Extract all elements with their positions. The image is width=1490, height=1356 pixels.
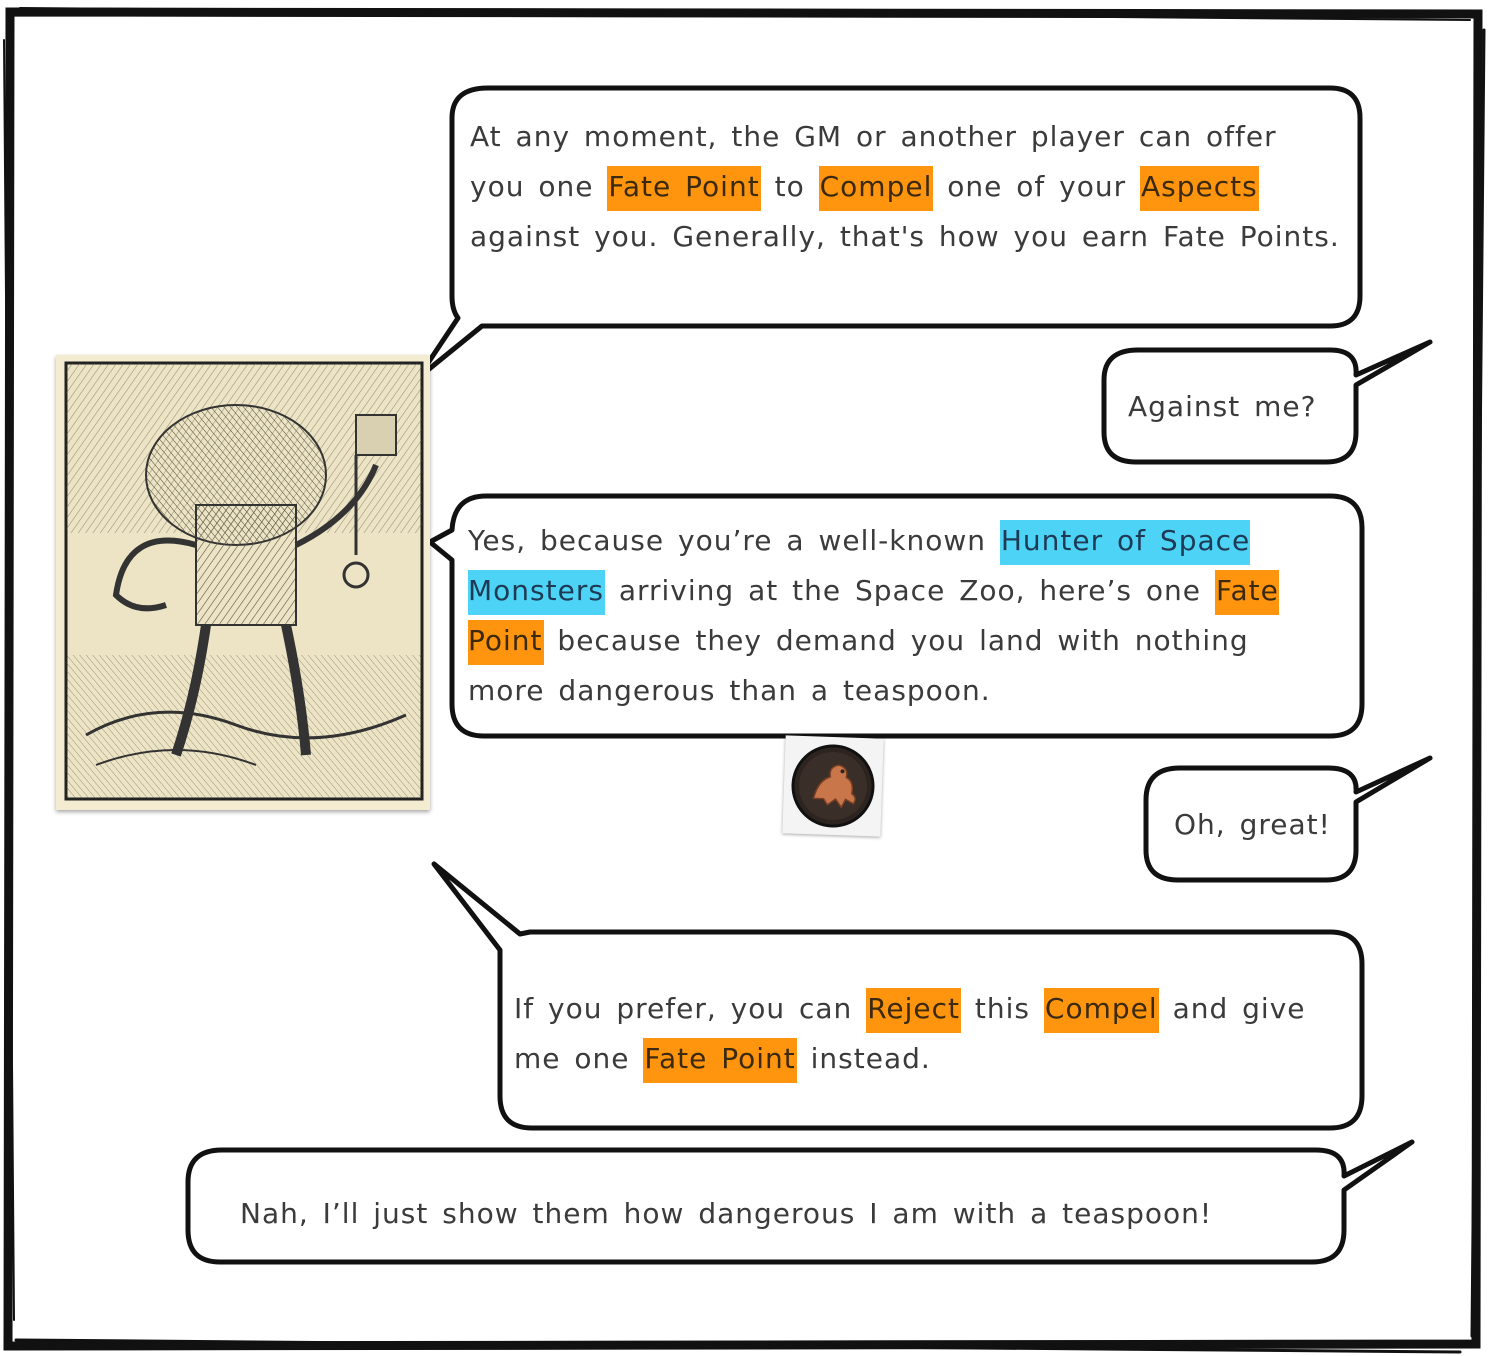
bubble-text-segment: one of your <box>933 170 1141 203</box>
bubble-6-text: Nah, I’ll just show them how dangerous I… <box>240 1189 1350 1239</box>
bubble-text-segment: If you prefer, you can <box>514 992 867 1025</box>
highlighted-term: Reject <box>866 988 962 1033</box>
gm-card-image <box>56 355 430 810</box>
woodcut-creature-icon <box>64 361 424 801</box>
highlighted-term: Compel <box>818 166 934 211</box>
bubble-text-segment: arriving at the Space Zoo, here’s one <box>604 574 1215 607</box>
bubble-2-text: Against me? <box>1128 382 1348 432</box>
bubble-4-text: Oh, great! <box>1174 800 1354 850</box>
bubble-text-segment: against you. Generally, that's how you e… <box>470 220 1340 253</box>
highlighted-term: Compel <box>1043 988 1159 1033</box>
bubble-5-text: If you prefer, you can Reject this Compe… <box>514 984 1344 1084</box>
bubble-1-text: At any moment, the GM or another player … <box>470 112 1340 262</box>
bubble-text-segment: to <box>760 170 819 203</box>
fate-token-image <box>782 735 884 837</box>
bubble-3-text: Yes, because you’re a well-known Hunter … <box>468 516 1328 716</box>
highlighted-term: Fate Point <box>643 1038 797 1083</box>
bubble-text-segment: this <box>961 992 1044 1025</box>
bubble-text-segment: Oh, great! <box>1174 808 1331 841</box>
lion-coin-icon <box>791 744 875 828</box>
bubble-text-segment: Yes, because you’re a well-known <box>468 524 1000 557</box>
bubble-text-segment: instead. <box>796 1042 931 1075</box>
bubble-text-segment: because they demand you land with nothin… <box>468 624 1249 707</box>
highlighted-term: Fate Point <box>607 166 761 211</box>
bubble-text-segment: Nah, I’ll just show them how dangerous I… <box>240 1197 1213 1230</box>
bubble-text-segment: Against me? <box>1128 390 1317 423</box>
highlighted-term: Aspects <box>1140 166 1259 211</box>
